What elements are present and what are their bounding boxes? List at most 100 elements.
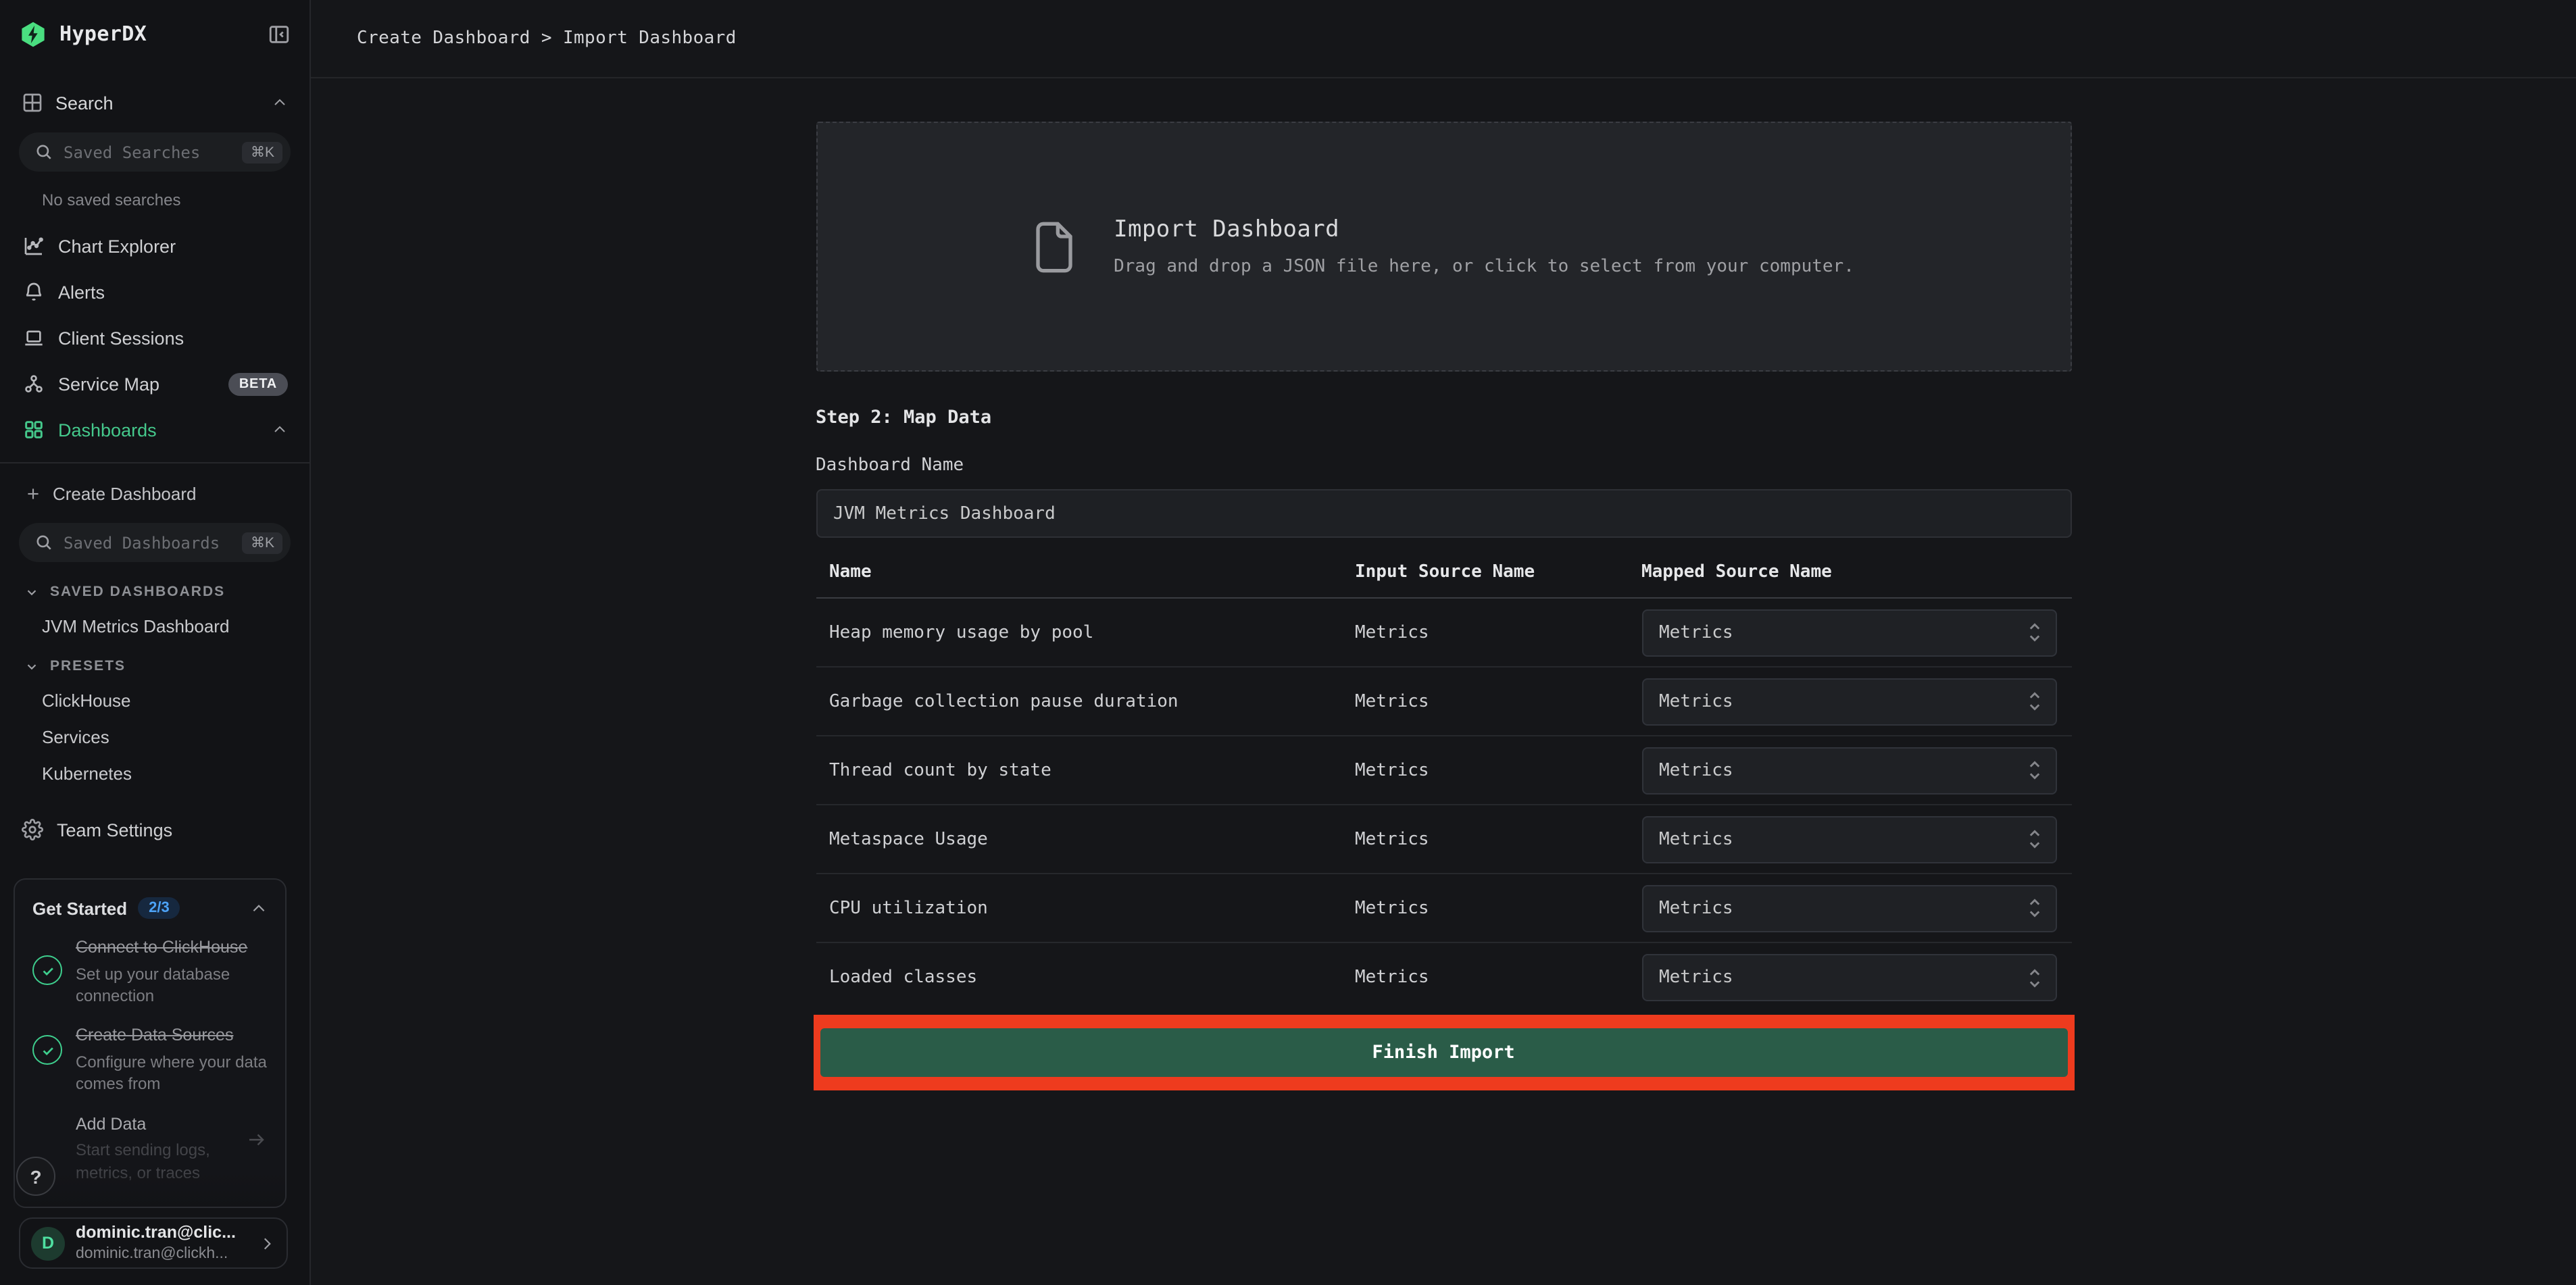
sidebar-item-alerts[interactable]: Alerts	[0, 269, 309, 315]
saved-dashboards-group-header[interactable]: SAVED DASHBOARDS	[24, 584, 309, 600]
saved-searches-searchbox[interactable]: ⌘K	[19, 132, 291, 172]
column-header-mapped-source: Mapped Source Name	[1641, 562, 2071, 582]
table-row: Loaded classes Metrics Metrics	[816, 943, 2071, 1012]
dashboard-name-label: Dashboard Name	[816, 455, 2071, 476]
task-title: Create Data Sources	[76, 1025, 268, 1048]
task-title: Add Data	[76, 1113, 268, 1136]
group-header-label: SAVED DASHBOARDS	[50, 584, 225, 600]
mapped-source-select[interactable]: Metrics	[1641, 815, 2056, 863]
sidebar: HyperDX Search ⌘K No saved searches	[0, 0, 311, 1285]
sidebar-item-label: Service Map	[58, 374, 159, 394]
sidebar-item-jvm-metrics-dashboard[interactable]: JVM Metrics Dashboard	[42, 616, 309, 636]
service-map-icon	[22, 373, 45, 395]
chart-name-cell: Heap memory usage by pool	[816, 622, 1355, 642]
main-area: Create Dashboard>Import Dashboard Import…	[311, 0, 2576, 1285]
file-dropzone[interactable]: Import Dashboard Drag and drop a JSON fi…	[816, 122, 2071, 372]
collapse-sidebar-icon[interactable]	[268, 22, 291, 45]
mapped-source-select[interactable]: Metrics	[1641, 954, 2056, 1001]
table-row: Heap memory usage by pool Metrics Metric…	[816, 599, 2071, 667]
gear-icon	[22, 819, 43, 840]
breadcrumb: Create Dashboard>Import Dashboard	[357, 28, 737, 49]
task-desc: Start sending logs, metrics, or traces	[76, 1140, 268, 1184]
saved-dashboards-input[interactable]	[64, 533, 232, 552]
no-saved-searches-text: No saved searches	[42, 191, 309, 209]
mapped-source-select[interactable]: Metrics	[1641, 609, 2056, 656]
chart-explorer-icon	[22, 235, 45, 257]
user-account-card[interactable]: D dominic.tran@clic... dominic.tran@clic…	[19, 1217, 288, 1269]
chart-name-cell: Thread count by state	[816, 760, 1355, 780]
sidebar-item-dashboards[interactable]: Dashboards	[0, 407, 309, 453]
selected-value: Metrics	[1659, 760, 2027, 780]
sidebar-item-label: Chart Explorer	[58, 236, 176, 256]
chevron-up-icon	[250, 899, 268, 917]
create-dashboard-label: Create Dashboard	[53, 483, 196, 503]
help-button[interactable]: ?	[16, 1157, 55, 1196]
mapped-source-select[interactable]: Metrics	[1641, 884, 2056, 932]
input-source-cell: Metrics	[1355, 967, 1641, 988]
sidebar-item-kubernetes[interactable]: Kubernetes	[42, 763, 309, 784]
chart-name-cell: Metaspace Usage	[816, 829, 1355, 849]
select-chevrons-icon	[2027, 967, 2041, 988]
get-started-header[interactable]: Get Started 2/3	[32, 897, 268, 919]
sidebar-item-team-settings[interactable]: Team Settings	[22, 819, 309, 840]
laptop-icon	[22, 327, 45, 349]
sidebar-item-clickhouse[interactable]: ClickHouse	[42, 690, 309, 711]
breadcrumb-import-dashboard: Import Dashboard	[563, 28, 737, 49]
check-circle-icon	[32, 1036, 62, 1065]
table-header-row: Name Input Source Name Mapped Source Nam…	[816, 562, 2071, 599]
sidebar-item-label: Client Sessions	[58, 328, 184, 348]
chevron-up-icon	[272, 422, 288, 438]
select-chevrons-icon	[2027, 759, 2041, 781]
main-header: Create Dashboard>Import Dashboard	[311, 0, 2576, 78]
saved-dashboards-searchbox[interactable]: ⌘K	[19, 523, 291, 562]
chart-name-cell: Garbage collection pause duration	[816, 691, 1355, 711]
task-title: Connect to ClickHouse	[76, 936, 268, 959]
task-desc: Configure where your data comes from	[76, 1051, 268, 1095]
get-started-panel: Get Started 2/3 Connect to ClickHouse Se…	[14, 878, 287, 1208]
get-started-item-connect[interactable]: Connect to ClickHouse Set up your databa…	[32, 936, 268, 1007]
sidebar-section-search[interactable]: Search	[0, 84, 309, 122]
presets-group-header[interactable]: PRESETS	[24, 658, 309, 674]
sidebar-item-service-map[interactable]: Service Map BETA	[0, 361, 309, 407]
breadcrumb-create-dashboard[interactable]: Create Dashboard	[357, 28, 530, 49]
click-highlight-annotation: Finish Import	[813, 1015, 2074, 1090]
column-header-name: Name	[816, 562, 1355, 582]
chevron-right-icon	[258, 1234, 276, 1252]
input-source-cell: Metrics	[1355, 622, 1641, 642]
plus-icon	[24, 484, 42, 502]
bell-icon	[22, 281, 45, 303]
sidebar-item-label: Alerts	[58, 282, 105, 302]
search-icon	[35, 143, 53, 161]
chevron-up-icon	[272, 95, 288, 111]
progress-badge: 2/3	[138, 897, 180, 919]
logo-row: HyperDX	[0, 0, 309, 68]
shortcut-badge: ⌘K	[243, 141, 282, 163]
mapped-source-select[interactable]: Metrics	[1641, 747, 2056, 794]
table-row: Garbage collection pause duration Metric…	[816, 667, 2071, 736]
mapping-table: Name Input Source Name Mapped Source Nam…	[816, 562, 2071, 1012]
dashboard-name-input[interactable]	[816, 489, 2071, 538]
sidebar-item-client-sessions[interactable]: Client Sessions	[0, 315, 309, 361]
selected-value: Metrics	[1659, 691, 2027, 711]
input-source-cell: Metrics	[1355, 691, 1641, 711]
mapped-source-select[interactable]: Metrics	[1641, 678, 2056, 725]
selected-value: Metrics	[1659, 829, 2027, 849]
saved-searches-input[interactable]	[64, 143, 232, 161]
dropzone-title: Import Dashboard	[1114, 216, 1854, 243]
sidebar-item-chart-explorer[interactable]: Chart Explorer	[0, 223, 309, 269]
get-started-item-sources[interactable]: Create Data Sources Configure where your…	[32, 1025, 268, 1096]
get-started-item-add-data[interactable]: Add Data Start sending logs, metrics, or…	[32, 1113, 268, 1184]
sidebar-nav: Chart Explorer Alerts Client Sessions Se…	[0, 223, 309, 453]
input-source-cell: Metrics	[1355, 898, 1641, 918]
selected-value: Metrics	[1659, 622, 2027, 642]
sidebar-item-services[interactable]: Services	[42, 727, 309, 747]
search-section-label: Search	[55, 93, 114, 113]
sidebar-divider	[0, 462, 309, 463]
shortcut-badge: ⌘K	[243, 532, 282, 553]
team-settings-label: Team Settings	[57, 820, 172, 840]
chevron-down-icon	[24, 584, 39, 599]
finish-import-button[interactable]: Finish Import	[820, 1028, 2067, 1077]
chart-name-cell: Loaded classes	[816, 967, 1355, 988]
create-dashboard-button[interactable]: Create Dashboard	[0, 474, 309, 512]
import-content: Import Dashboard Drag and drop a JSON fi…	[816, 122, 2071, 1090]
